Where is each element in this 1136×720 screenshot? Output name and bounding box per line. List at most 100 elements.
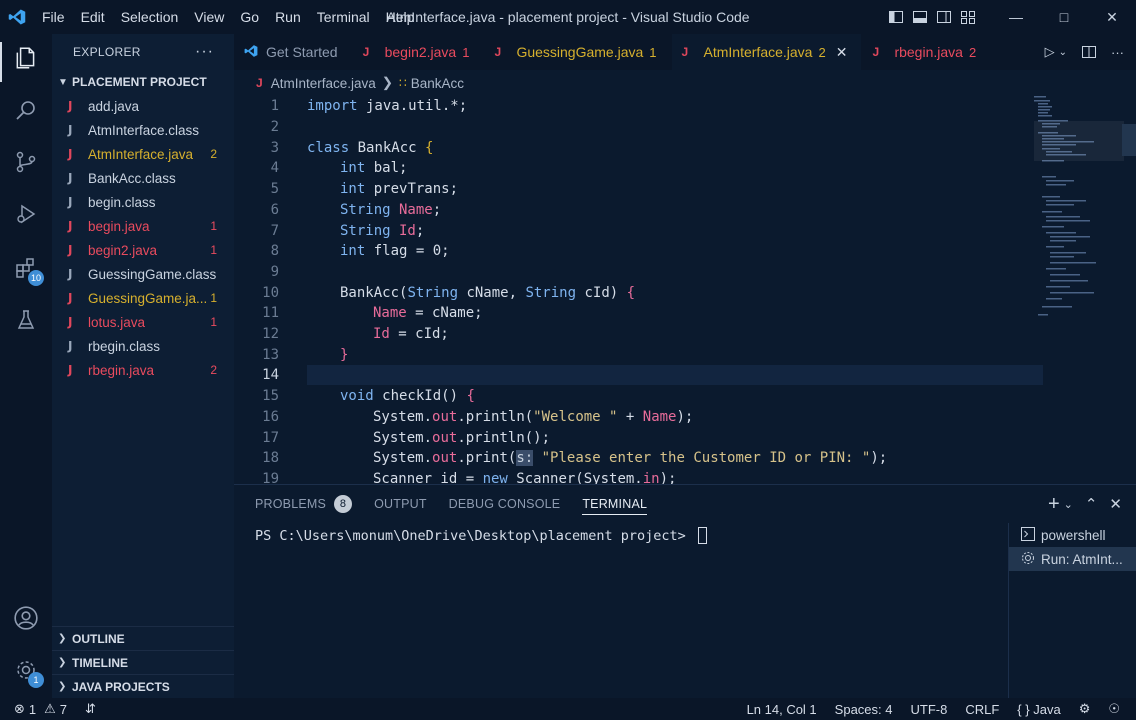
menu-help[interactable]: Help — [378, 0, 423, 34]
file-item[interactable]: J GuessingGame.class — [52, 262, 234, 286]
customize-layout-icon[interactable] — [960, 9, 976, 25]
terminal-item-run[interactable]: Run: AtmInt... — [1009, 547, 1136, 571]
maximize-panel-chevron-up-icon[interactable]: ⌃ — [1085, 495, 1098, 513]
editor-scrollbar[interactable] — [1122, 96, 1136, 484]
run-debug-icon[interactable] — [10, 198, 42, 230]
language-mode[interactable]: { } Java — [1017, 702, 1060, 717]
maximize-button[interactable]: □ — [1040, 0, 1088, 34]
tab-debug-console[interactable]: DEBUG CONSOLE — [449, 485, 561, 523]
java-file-icon: J — [494, 45, 502, 59]
file-item[interactable]: J BankAcc.class — [52, 166, 234, 190]
project-folder-header[interactable]: ▼ PLACEMENT PROJECT — [52, 70, 234, 94]
minimize-button[interactable]: — — [992, 0, 1040, 34]
source-control-icon[interactable] — [10, 146, 42, 178]
more-editor-actions-icon[interactable]: ··· — [1111, 45, 1124, 60]
editor-tab[interactable]: J GuessingGame.java 1 — [484, 34, 672, 70]
breadcrumb-symbol[interactable]: BankAcc — [411, 76, 464, 91]
editor-tab[interactable]: J AtmInterface.java 2 ✕ — [671, 34, 863, 70]
scrollbar-thumb[interactable] — [1122, 124, 1136, 156]
code-editor[interactable]: 1 2 3 4 5 6 7 8 9 10 11 12 13 14 15 16 17 18 19 import jav… — [234, 96, 1136, 484]
terminal-output[interactable]: PS C:\Users\monum\OneDrive\Desktop\place… — [255, 527, 707, 544]
code-token: .print( — [457, 450, 517, 467]
file-item[interactable]: J GuessingGame.ja... 1 — [52, 286, 234, 310]
file-item[interactable]: Jlotus.java 1 — [52, 310, 234, 334]
outline-section[interactable]: ❯ OUTLINE — [52, 626, 234, 650]
cursor-position[interactable]: Ln 14, Col 1 — [747, 702, 817, 717]
extensions-icon[interactable]: 10 — [10, 252, 44, 286]
code-token: + — [617, 408, 643, 425]
more-actions-icon[interactable]: ··· — [195, 43, 214, 61]
terminal-dropdown-chevron-icon[interactable]: ⌄ — [1064, 498, 1073, 511]
toggle-panel-icon[interactable] — [912, 9, 928, 25]
explorer-header: EXPLORER ··· — [52, 34, 234, 70]
new-terminal-plus-icon[interactable]: + — [1048, 493, 1060, 516]
minimap[interactable] — [1034, 96, 1124, 484]
file-item[interactable]: Jbegin2.java 1 — [52, 238, 234, 262]
problem-count: 2 — [210, 147, 217, 161]
end-of-line[interactable]: CRLF — [965, 702, 999, 717]
menu-run[interactable]: Run — [267, 0, 309, 34]
live-share-icon[interactable]: ⇵ — [85, 701, 96, 717]
file-item[interactable]: Jadd.java — [52, 94, 234, 118]
toggle-primary-sidebar-icon[interactable] — [888, 9, 904, 25]
tab-problems[interactable]: PROBLEMS 8 — [255, 485, 353, 523]
split-editor-icon[interactable] — [1081, 44, 1097, 60]
file-item[interactable]: Jbegin.class — [52, 190, 234, 214]
encoding[interactable]: UTF-8 — [911, 702, 948, 717]
chevron-right-icon: ❯ — [58, 633, 67, 644]
file-item[interactable]: Jrbegin.class — [52, 334, 234, 358]
code-token: Id — [390, 222, 416, 239]
editor-tab[interactable]: Jrbegin.java 2 — [862, 34, 992, 70]
menu-edit[interactable]: Edit — [73, 0, 113, 34]
toggle-secondary-sidebar-icon[interactable] — [936, 9, 952, 25]
menu-go[interactable]: Go — [232, 0, 267, 34]
timeline-section[interactable]: ❯ TIMELINE — [52, 650, 234, 674]
menu-terminal[interactable]: Terminal — [309, 0, 378, 34]
code-token: out — [432, 450, 458, 467]
code-text: class BankAcc { — [307, 140, 433, 156]
class-symbol-icon: ∷ — [399, 76, 407, 90]
file-item[interactable]: Jbegin.java 1 — [52, 214, 234, 238]
search-icon[interactable] — [10, 94, 42, 126]
testing-icon[interactable] — [10, 304, 42, 336]
menu-selection[interactable]: Selection — [113, 0, 187, 34]
file-item[interactable]: J AtmInterface.java 2 — [52, 142, 234, 166]
code-token: java.util.*; — [357, 98, 468, 115]
terminal-list: powershell Run: AtmInt... — [1008, 523, 1136, 699]
run-dropdown-chevron-icon[interactable]: ⌄ — [1059, 47, 1067, 58]
java-file-icon: J — [681, 45, 689, 59]
tab-terminal[interactable]: TERMINAL — [582, 485, 647, 523]
manage-gear-icon[interactable]: 1 — [10, 654, 44, 688]
close-tab-icon[interactable]: ✕ — [836, 44, 848, 61]
code-line: Name = cName; — [234, 303, 1054, 324]
code-token: ; — [415, 222, 425, 239]
line-number: 14 — [262, 367, 279, 384]
code-token: } — [340, 346, 349, 363]
close-window-button[interactable]: ✕ — [1088, 0, 1136, 34]
tab-output[interactable]: OUTPUT — [374, 485, 427, 523]
explorer-icon[interactable] — [10, 42, 42, 74]
maximize-icon: □ — [1059, 9, 1069, 25]
file-item[interactable]: Jrbegin.java 2 — [52, 358, 234, 382]
problems-status[interactable]: ⊗ 1 ⚠ 7 ⇵ — [0, 701, 96, 717]
close-panel-icon[interactable]: ✕ — [1109, 495, 1122, 513]
file-item[interactable]: J AtmInterface.class — [52, 118, 234, 142]
file-name: BankAcc.class — [88, 170, 176, 186]
run-file-icon[interactable]: ▷ — [1045, 44, 1055, 60]
code-token: System. — [373, 408, 433, 425]
feedback-icon[interactable]: ⚙ — [1079, 701, 1091, 717]
menu-file[interactable]: File — [34, 0, 73, 34]
notifications-bell-icon[interactable]: ☉ — [1108, 701, 1120, 717]
terminal-item-powershell[interactable]: powershell — [1009, 523, 1136, 547]
file-name: begin.class — [88, 194, 156, 210]
code-text: int flag = 0; — [340, 243, 450, 259]
editor-tab[interactable]: Get Started — [234, 34, 353, 70]
code-token: String — [340, 222, 391, 239]
accounts-icon[interactable] — [10, 602, 42, 634]
editor-tab[interactable]: Jbegin2.java 1 — [352, 34, 485, 70]
java-projects-section[interactable]: ❯ JAVA PROJECTS — [52, 674, 234, 698]
indentation[interactable]: Spaces: 4 — [835, 702, 893, 717]
menu-view[interactable]: View — [186, 0, 232, 34]
breadcrumb-file[interactable]: AtmInterface.java — [271, 76, 376, 91]
timeline-label: TIMELINE — [72, 655, 128, 670]
